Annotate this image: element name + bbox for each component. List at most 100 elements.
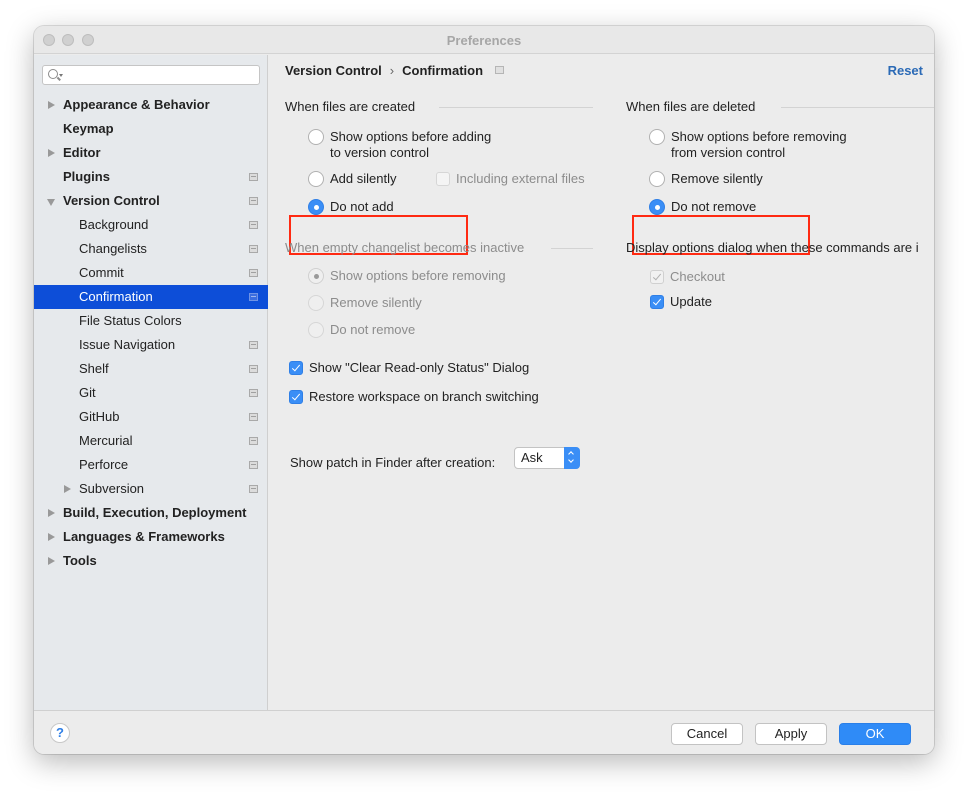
sidebar-item-label: Confirmation: [79, 289, 153, 304]
radio-button[interactable]: [308, 268, 324, 284]
sidebar-item-changelists[interactable]: Changelists: [34, 237, 268, 261]
radio-empty-remove-silently[interactable]: Remove silently: [308, 295, 458, 311]
radio-button[interactable]: [308, 295, 324, 311]
radio-do-not-add[interactable]: Do not add: [308, 199, 428, 215]
radio-show-options-before-removing[interactable]: Show options before removing from version…: [649, 129, 879, 161]
checkbox[interactable]: [289, 361, 303, 375]
sidebar-item-perforce[interactable]: Perforce: [34, 453, 268, 477]
chevron-up-down-icon[interactable]: [564, 447, 580, 469]
project-level-icon: [249, 269, 258, 277]
breadcrumb-current: Confirmation: [402, 63, 484, 78]
radio-button[interactable]: [649, 171, 665, 187]
option-label: Do not remove: [330, 322, 416, 337]
sidebar-item-label: Shelf: [79, 361, 109, 376]
apply-button[interactable]: Apply: [755, 723, 827, 745]
title-bar: Preferences: [34, 26, 934, 54]
radio-add-silently[interactable]: Add silently: [308, 171, 428, 187]
sidebar-item-label: Changelists: [79, 241, 147, 256]
project-level-icon: [495, 66, 505, 74]
sidebar-item-issue-navigation[interactable]: Issue Navigation: [34, 333, 268, 357]
project-level-icon: [249, 365, 258, 373]
show-patch-select[interactable]: Ask: [514, 447, 580, 469]
project-level-icon: [249, 413, 258, 421]
radio-show-options-before-adding[interactable]: Show options before adding to version con…: [308, 129, 528, 161]
sidebar-item-background[interactable]: Background: [34, 213, 268, 237]
expand-arrow-icon[interactable]: [48, 557, 55, 565]
search-options-caret-icon[interactable]: [59, 74, 63, 77]
ok-button[interactable]: OK: [839, 723, 911, 745]
option-label: Remove silently: [330, 295, 422, 310]
radio-button[interactable]: [308, 171, 324, 187]
option-label: Add silently: [330, 171, 397, 186]
checkbox[interactable]: [650, 270, 664, 284]
dialog-footer: ? Cancel Apply OK: [34, 710, 934, 754]
sidebar-item-appearance-behavior[interactable]: Appearance & Behavior: [34, 93, 268, 117]
show-patch-label: Show patch in Finder after creation:: [290, 455, 496, 470]
expand-arrow-icon[interactable]: [48, 533, 55, 541]
empty-changelist-title: When empty changelist becomes inactive: [285, 240, 525, 255]
group-divider: [551, 248, 593, 249]
radio-button[interactable]: [649, 129, 665, 145]
sidebar-item-git[interactable]: Git: [34, 381, 268, 405]
cancel-button[interactable]: Cancel: [671, 723, 743, 745]
radio-button[interactable]: [308, 199, 324, 215]
project-level-icon: [249, 197, 258, 205]
project-level-icon: [249, 173, 258, 181]
radio-do-not-remove[interactable]: Do not remove: [649, 199, 789, 215]
radio-empty-do-not-remove[interactable]: Do not remove: [308, 322, 458, 338]
radio-button[interactable]: [308, 322, 324, 338]
sidebar-item-plugins[interactable]: Plugins: [34, 165, 268, 189]
group-divider: [439, 107, 593, 108]
checkbox-checkout[interactable]: Checkout: [650, 269, 760, 285]
sidebar-item-label: Keymap: [63, 121, 114, 136]
breadcrumb-parent[interactable]: Version Control: [285, 63, 382, 78]
sidebar-item-confirmation[interactable]: Confirmation: [34, 285, 268, 309]
checkbox[interactable]: [289, 390, 303, 404]
sidebar-item-editor[interactable]: Editor: [34, 141, 268, 165]
window-title: Preferences: [446, 33, 522, 48]
checkbox[interactable]: [650, 295, 664, 309]
project-level-icon: [249, 293, 258, 301]
sidebar-item-languages-frameworks[interactable]: Languages & Frameworks: [34, 525, 268, 549]
sidebar-item-label: Mercurial: [79, 433, 133, 448]
sidebar-item-file-status-colors[interactable]: File Status Colors: [34, 309, 268, 333]
expand-arrow-icon[interactable]: [48, 149, 55, 157]
sidebar-item-build-execution-deployment[interactable]: Build, Execution, Deployment: [34, 501, 268, 525]
checkbox-clear-read-only-status[interactable]: Show "Clear Read-only Status" Dialog: [289, 360, 569, 376]
checkbox-label: Checkout: [670, 269, 725, 284]
sidebar-item-tools[interactable]: Tools: [34, 549, 268, 573]
sidebar-item-github[interactable]: GitHub: [34, 405, 268, 429]
checkbox-label: Show "Clear Read-only Status" Dialog: [309, 360, 530, 375]
checkbox-including-external-files[interactable]: Including external files: [436, 171, 606, 187]
sidebar-item-shelf[interactable]: Shelf: [34, 357, 268, 381]
sidebar-item-label: Version Control: [63, 193, 160, 208]
expand-arrow-icon[interactable]: [64, 485, 71, 493]
sidebar-item-label: Subversion: [79, 481, 145, 496]
sidebar-item-label: Appearance & Behavior: [63, 97, 210, 112]
preferences-window: Preferences Appearance & Behavior Keymap E…: [34, 26, 934, 754]
radio-empty-show-options[interactable]: Show options before removing: [308, 268, 528, 284]
settings-search-input[interactable]: [42, 65, 260, 85]
sidebar-item-keymap[interactable]: Keymap: [34, 117, 268, 141]
checkbox-restore-workspace[interactable]: Restore workspace on branch switching: [289, 389, 569, 405]
collapse-arrow-icon[interactable]: [47, 199, 55, 206]
reset-link[interactable]: Reset: [888, 63, 923, 78]
breadcrumb: Version Control › Confirmation: [285, 63, 505, 78]
sidebar-item-commit[interactable]: Commit: [34, 261, 268, 285]
option-label: Do not remove: [671, 199, 757, 214]
radio-remove-silently[interactable]: Remove silently: [649, 171, 789, 187]
help-button[interactable]: ?: [50, 723, 70, 743]
option-label: Show options before removing: [671, 129, 847, 144]
expand-arrow-icon[interactable]: [48, 509, 55, 517]
sidebar-item-label: Languages & Frameworks: [63, 529, 225, 544]
sidebar-item-label: Editor: [63, 145, 101, 160]
sidebar-item-mercurial[interactable]: Mercurial: [34, 429, 268, 453]
expand-arrow-icon[interactable]: [48, 101, 55, 109]
sidebar-item-subversion[interactable]: Subversion: [34, 477, 268, 501]
radio-button[interactable]: [649, 199, 665, 215]
sidebar-item-version-control[interactable]: Version Control: [34, 189, 268, 213]
checkbox[interactable]: [436, 172, 450, 186]
radio-button[interactable]: [308, 129, 324, 145]
sidebar-item-label: Issue Navigation: [79, 337, 176, 352]
checkbox-update[interactable]: Update: [650, 294, 760, 310]
